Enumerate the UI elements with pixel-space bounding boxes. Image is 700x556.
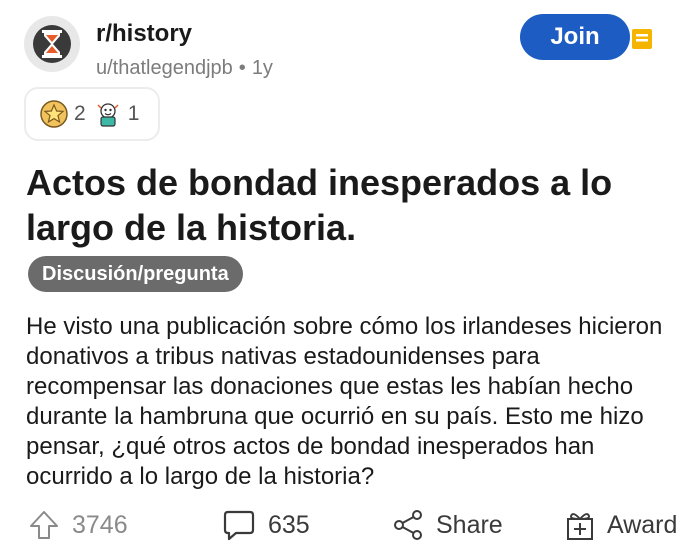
upvote-arrow-icon <box>30 511 58 539</box>
post-header: r/history u/thatlegendjpb • 1y Join <box>24 12 676 79</box>
awards-bar[interactable]: 2 1 <box>24 87 160 141</box>
award-count: 1 <box>127 102 140 125</box>
wholesome-award-icon <box>97 103 119 127</box>
upvote-button[interactable]: 3746 <box>28 506 128 544</box>
share-button[interactable]: Share <box>392 506 503 544</box>
post-title[interactable]: Actos de bondad inesperados a lo largo d… <box>26 160 666 250</box>
post-flair[interactable]: Discusión/pregunta <box>28 256 243 292</box>
post-body: He visto una publicación sobre cómo los … <box>26 313 663 490</box>
share-label: Share <box>436 510 503 539</box>
subreddit-avatar[interactable] <box>24 16 80 72</box>
share-icon <box>394 510 422 540</box>
star-award-icon <box>40 100 68 128</box>
comment-count: 635 <box>268 510 310 539</box>
author-username[interactable]: u/thatlegendjpb <box>96 57 233 79</box>
comments-button[interactable]: 635 <box>222 506 310 544</box>
hourglass-icon <box>33 25 71 63</box>
subreddit-name[interactable]: r/history <box>96 20 192 48</box>
comment-bubble-icon <box>223 510 255 541</box>
award-button[interactable]: Award <box>565 506 677 544</box>
action-bar: 3746 635 Share Award <box>0 500 700 550</box>
post-age: 1y <box>251 57 273 79</box>
reddit-post: r/history u/thatlegendjpb • 1y Join 2 1 Ac… <box>0 0 700 556</box>
vote-count: 3746 <box>72 510 128 539</box>
meta-separator: • <box>238 57 246 79</box>
save-icon[interactable] <box>631 28 653 50</box>
award-count: 2 <box>74 102 86 125</box>
gift-icon <box>567 513 593 540</box>
post-meta: u/thatlegendjpb • 1y <box>96 57 273 80</box>
join-button[interactable]: Join <box>520 14 630 60</box>
award-label: Award <box>607 510 678 539</box>
